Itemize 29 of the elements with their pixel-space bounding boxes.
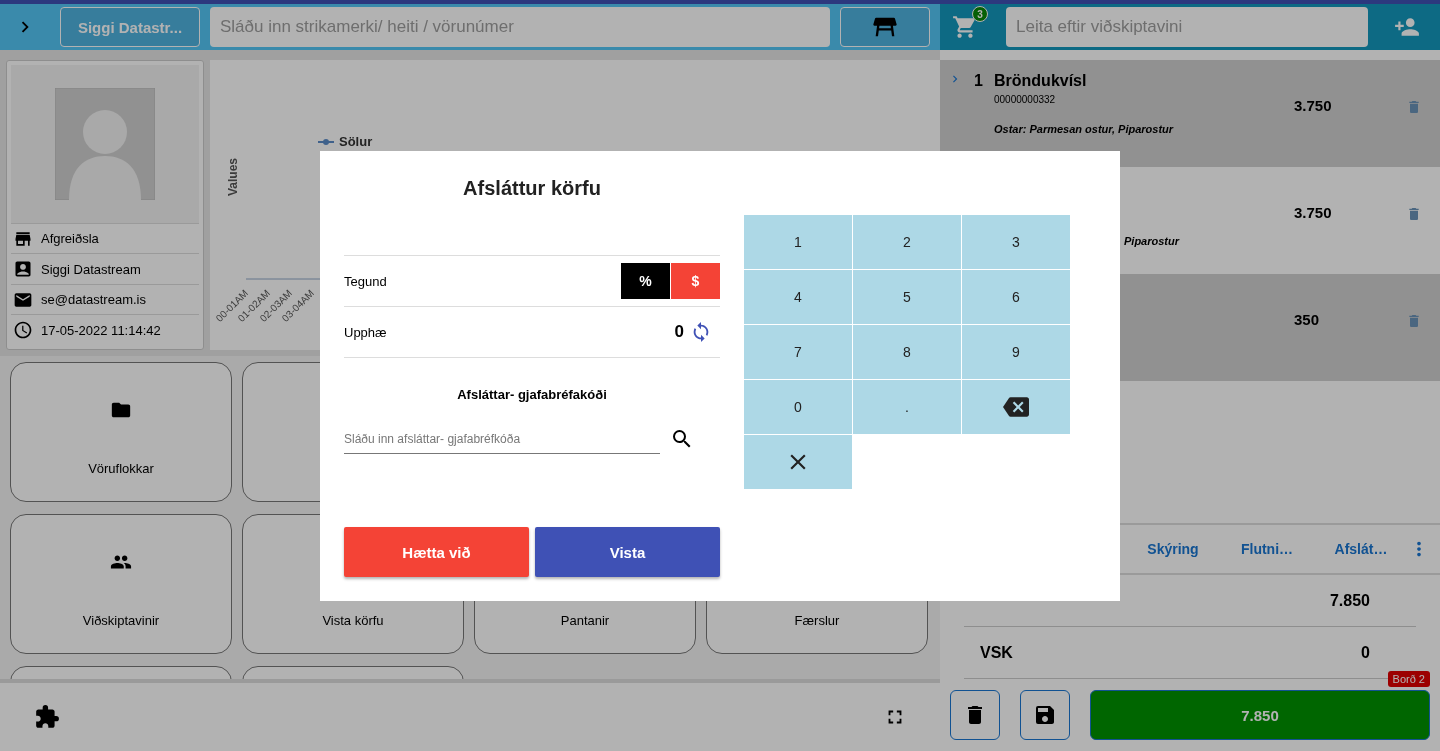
item-code: 00000000332	[994, 94, 1057, 105]
profile-text: 17-05-2022 11:14:42	[41, 322, 161, 338]
item-note: Piparostur	[1124, 235, 1181, 247]
item-name: Bröndukvísl	[994, 72, 1088, 90]
axis-label: Values	[226, 158, 240, 196]
item-note: Ostar: Parmesan ostur, Piparostur	[994, 123, 1175, 135]
dialog-title: Afsláttur körfu	[462, 177, 602, 201]
table-badge: Borð 2	[1387, 671, 1430, 687]
summary-value: 0	[1361, 643, 1370, 662]
profile-text: Afgreiðsla	[41, 231, 99, 246]
profile-text: se@datastream.is	[41, 292, 146, 308]
tile-label: Pantanir	[560, 612, 610, 628]
summary-value: 7.850	[1329, 591, 1370, 610]
amount-label: Upphæ	[344, 324, 387, 340]
cart-count-badge: 3	[972, 6, 988, 22]
item-price: 350	[1294, 311, 1321, 328]
item-number: 1	[974, 72, 983, 89]
type-label: Tegund	[344, 273, 387, 289]
tile-label: Vista körfu	[322, 612, 384, 628]
item-price: 3.750	[1294, 204, 1333, 221]
profile-text: Siggi Datastream	[41, 261, 141, 277]
code-heading: Afsláttar- gjafabréfakóði	[456, 387, 608, 402]
tile-label: Vöruflokkar	[88, 460, 154, 476]
summary-label: VSK	[980, 643, 1013, 662]
tile-label: Viðskiptavinir	[82, 612, 160, 628]
amount-value: 0	[674, 322, 684, 342]
legend-label: Sölur	[339, 134, 373, 149]
item-price: 3.750	[1294, 97, 1333, 114]
tile-label: Færslur	[794, 612, 840, 628]
